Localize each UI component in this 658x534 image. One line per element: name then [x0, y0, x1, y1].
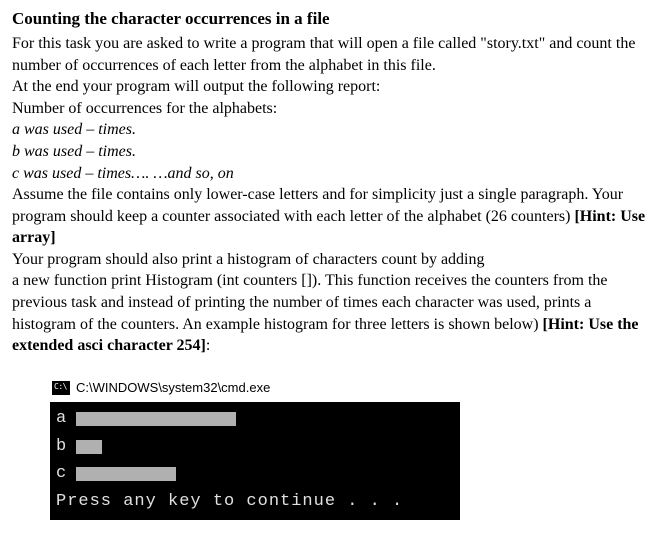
terminal-titlebar: C:\WINDOWS\system32\cmd.exe — [50, 377, 460, 403]
assumption-paragraph: Assume the file contains only lower-case… — [12, 184, 646, 249]
assumption-text: Assume the file contains only lower-case… — [12, 186, 623, 225]
sample-output-c: c was used – times…. …and so, on — [12, 163, 646, 185]
histogram-text-1: Your program should also print a histogr… — [12, 251, 485, 268]
histogram-row-c: c — [56, 461, 454, 487]
report-header-line: Number of occurrences for the alphabets: — [12, 98, 646, 120]
intro-paragraph-1: For this task you are asked to write a p… — [12, 33, 646, 76]
row-letter: b — [56, 434, 68, 460]
row-letter: a — [56, 406, 68, 432]
terminal-body: a b c Press any key to continue . . . — [50, 402, 460, 520]
histogram-bar — [76, 412, 236, 426]
histogram-bar — [76, 467, 176, 481]
histogram-bar — [76, 440, 102, 454]
page-title: Counting the character occurrences in a … — [12, 8, 646, 31]
cmd-icon — [52, 381, 70, 395]
histogram-paragraph: Your program should also print a histogr… — [12, 249, 646, 357]
terminal-prompt: Press any key to continue . . . — [56, 489, 454, 515]
histogram-row-b: b — [56, 434, 454, 460]
row-letter: c — [56, 461, 68, 487]
histogram-text-2: a new function print Histogram (int coun… — [12, 272, 608, 332]
terminal-title-text: C:\WINDOWS\system32\cmd.exe — [76, 379, 270, 397]
trailing-colon: : — [206, 337, 210, 354]
sample-output-a: a was used – times. — [12, 119, 646, 141]
terminal-window: C:\WINDOWS\system32\cmd.exe a b c Press … — [50, 377, 460, 521]
histogram-row-a: a — [56, 406, 454, 432]
intro-paragraph-2: At the end your program will output the … — [12, 76, 646, 98]
sample-output-b: b was used – times. — [12, 141, 646, 163]
